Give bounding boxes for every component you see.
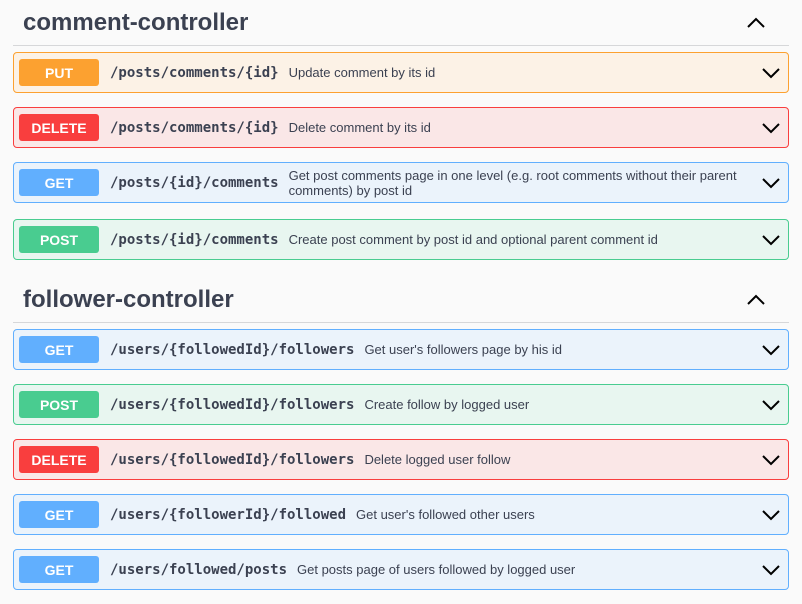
chevron-down-icon[interactable]	[762, 122, 780, 134]
method-badge: GET	[19, 169, 99, 196]
chevron-down-icon[interactable]	[762, 67, 780, 79]
method-badge: POST	[19, 226, 99, 253]
operation-summary: Create follow by logged user	[364, 397, 530, 412]
follower-controller-section: follower-controller GET /users/{followed…	[13, 277, 789, 590]
chevron-down-icon[interactable]	[762, 564, 780, 576]
section-title: comment-controller	[23, 8, 249, 36]
follower-controller-header[interactable]: follower-controller	[13, 277, 789, 323]
chevron-down-icon[interactable]	[762, 509, 780, 521]
chevron-down-icon[interactable]	[762, 177, 780, 189]
operation-path: /posts/{id}/comments	[110, 174, 279, 191]
chevron-down-icon[interactable]	[762, 234, 780, 246]
operation-path: /users/{followedId}/followers	[110, 396, 355, 413]
method-badge: DELETE	[19, 446, 99, 473]
operation-path: /users/{followerId}/followed	[110, 506, 347, 523]
operation-path: /users/{followedId}/followers	[110, 341, 355, 358]
operation-summary: Delete logged user follow	[364, 452, 511, 467]
operation-path: /users/followed/posts	[110, 561, 288, 578]
operation-row[interactable]: GET /users/followed/posts Get posts page…	[13, 549, 789, 590]
comment-controller-section: comment-controller PUT /posts/comments/{…	[13, 0, 789, 260]
operation-row[interactable]: PUT /posts/comments/{id} Update comment …	[13, 52, 789, 93]
operation-summary: Update comment by its id	[288, 65, 436, 80]
operation-row[interactable]: GET /posts/{id}/comments Get post commen…	[13, 162, 789, 203]
operation-row[interactable]: GET /users/{followedId}/followers Get us…	[13, 329, 789, 370]
operation-summary: Create post comment by post id and optio…	[288, 232, 658, 247]
operation-summary: Delete comment by its id	[288, 120, 431, 135]
operation-row[interactable]: DELETE /users/{followedId}/followers Del…	[13, 439, 789, 480]
comment-controller-header[interactable]: comment-controller	[13, 0, 789, 46]
method-badge: PUT	[19, 59, 99, 86]
chevron-down-icon[interactable]	[762, 454, 780, 466]
method-badge: GET	[19, 556, 99, 583]
chevron-up-icon[interactable]	[747, 294, 765, 306]
operation-path: /posts/comments/{id}	[110, 64, 279, 81]
operation-row[interactable]: POST /users/{followedId}/followers Creat…	[13, 384, 789, 425]
operation-summary: Get posts page of users followed by logg…	[297, 562, 576, 577]
operation-summary: Get post comments page in one level (e.g…	[288, 167, 737, 198]
operation-row[interactable]: DELETE /posts/comments/{id} Delete comme…	[13, 107, 789, 148]
section-title: follower-controller	[23, 285, 234, 313]
method-badge: GET	[19, 501, 99, 528]
operation-row[interactable]: GET /users/{followerId}/followed Get use…	[13, 494, 789, 535]
chevron-down-icon[interactable]	[762, 344, 780, 356]
operation-row[interactable]: POST /posts/{id}/comments Create post co…	[13, 219, 789, 260]
operation-summary: Get user's followed other users	[356, 507, 535, 522]
operation-path: /posts/comments/{id}	[110, 119, 279, 136]
operation-path: /users/{followedId}/followers	[110, 451, 355, 468]
method-badge: POST	[19, 391, 99, 418]
chevron-up-icon[interactable]	[747, 17, 765, 29]
chevron-down-icon[interactable]	[762, 399, 780, 411]
method-badge: DELETE	[19, 114, 99, 141]
operation-path: /posts/{id}/comments	[110, 231, 279, 248]
operation-summary: Get user's followers page by his id	[364, 342, 563, 357]
method-badge: GET	[19, 336, 99, 363]
